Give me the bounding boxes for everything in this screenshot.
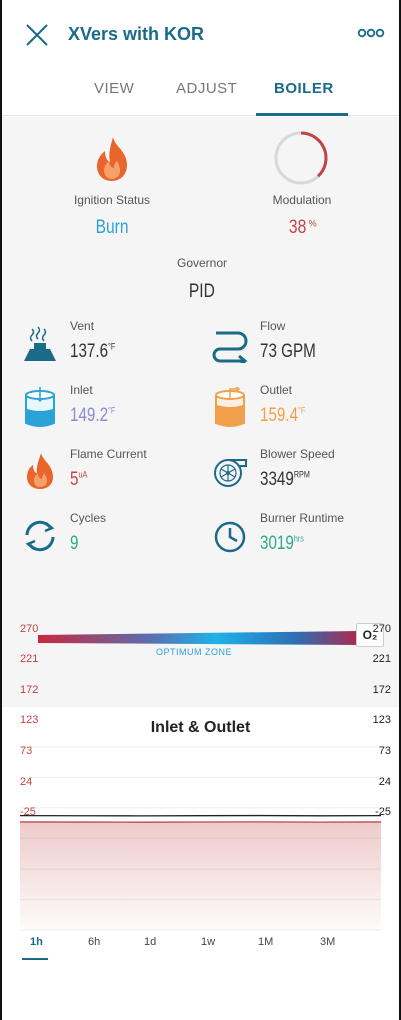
flow-label: Flow xyxy=(260,319,286,333)
governor-label: Governor xyxy=(176,256,228,270)
blower-speed-value: 3349 xyxy=(260,469,294,490)
y-tick-left: -25 xyxy=(20,806,36,818)
metric-vent: Vent 137.6°F xyxy=(22,319,192,369)
cycles-label: Cycles xyxy=(70,511,107,525)
range-tab-1M[interactable]: 1M xyxy=(258,936,273,948)
range-tab-1h[interactable]: 1h xyxy=(30,936,43,948)
clock-icon xyxy=(214,521,246,553)
outlet-value: 159.4 xyxy=(260,405,299,426)
y-tick-left: 221 xyxy=(20,653,39,666)
modulation-value: 38 xyxy=(289,217,307,238)
blower-icon xyxy=(214,459,247,487)
app-header: XVers with KOR VIEW ADJUST BOILER xyxy=(2,0,399,116)
inlet-unit: °F xyxy=(108,405,116,416)
range-tab-1d[interactable]: 1d xyxy=(144,936,156,948)
flow-value: 73 GPM xyxy=(260,341,316,362)
boiler-content: Ignition Status Burn Modulation 38% Gove… xyxy=(2,117,399,1020)
ignition-status-value: Burn xyxy=(95,217,129,238)
active-range-indicator xyxy=(22,958,48,960)
tab-view[interactable]: VIEW xyxy=(94,80,134,97)
metric-outlet: Outlet 159.4°F xyxy=(212,383,382,433)
metric-inlet: Inlet 149.2°F xyxy=(22,383,192,433)
vent-unit: °F xyxy=(108,341,116,352)
y-tick-right: 270 xyxy=(372,623,391,635)
flow-icon xyxy=(212,331,248,363)
optimum-zone-label: OPTIMUM ZONE xyxy=(156,647,232,657)
metric-blower-speed: Blower Speed 3349RPM xyxy=(212,447,382,497)
tab-boiler[interactable]: BOILER xyxy=(274,80,334,97)
vent-value: 137.6 xyxy=(70,341,109,362)
y-tick-left: 24 xyxy=(20,775,33,788)
metric-flame-current: Flame Current 5uA xyxy=(22,447,192,497)
inlet-outlet-chart: Inlet & Outlet xyxy=(2,707,399,1020)
vent-icon xyxy=(24,326,56,361)
metric-flow: Flow 73 GPM xyxy=(212,319,382,369)
y-tick-right: 24 xyxy=(378,775,391,788)
range-tab-6h[interactable]: 6h xyxy=(88,936,100,948)
y-tick-right: 172 xyxy=(372,683,391,696)
y-tick-left: 123 xyxy=(20,714,39,727)
tab-bar: VIEW ADJUST BOILER xyxy=(2,80,399,116)
flame-icon xyxy=(97,137,127,181)
y-tick-left: 270 xyxy=(20,623,39,635)
active-tab-indicator xyxy=(256,113,348,116)
y-tick-left: 73 xyxy=(20,745,33,758)
vent-label: Vent xyxy=(70,319,95,333)
burner-runtime-unit: hrs xyxy=(293,533,304,544)
metric-burner-runtime: Burner Runtime 3019hrs xyxy=(212,511,382,561)
inlet-value: 149.2 xyxy=(70,405,109,426)
range-tab-3M[interactable]: 3M xyxy=(320,936,335,948)
metric-cycles: Cycles 9 xyxy=(22,511,192,561)
inlet-tank-icon xyxy=(25,387,55,427)
flame-current-value: 5 xyxy=(70,469,79,490)
blower-speed-label: Blower Speed xyxy=(260,447,335,461)
cycles-value: 9 xyxy=(70,533,79,554)
chart-title: Inlet & Outlet xyxy=(150,719,251,736)
burner-runtime-label: Burner Runtime xyxy=(260,511,345,525)
modulation-label: Modulation xyxy=(272,193,332,207)
y-tick-right: 123 xyxy=(372,714,391,727)
governor-value: PID xyxy=(189,281,215,302)
outlet-label: Outlet xyxy=(260,383,293,397)
range-tab-1w[interactable]: 1w xyxy=(201,936,215,948)
y-tick-right: -25 xyxy=(375,806,391,818)
y-tick-right: 73 xyxy=(378,745,391,758)
modulation-unit: % xyxy=(308,218,317,229)
flame-current-unit: uA xyxy=(78,469,88,480)
close-icon[interactable] xyxy=(24,22,50,48)
blower-speed-unit: RPM xyxy=(293,469,310,480)
inlet-label: Inlet xyxy=(70,383,93,397)
o2-gradient-bar xyxy=(38,631,360,645)
flame-current-label: Flame Current xyxy=(70,447,147,461)
tab-adjust[interactable]: ADJUST xyxy=(176,80,237,97)
outlet-tank-icon xyxy=(215,387,245,427)
flame-current-icon xyxy=(27,453,53,489)
modulation-gauge xyxy=(274,131,328,185)
y-tick-right: 221 xyxy=(372,653,391,666)
cycles-icon xyxy=(25,520,55,552)
page-title: XVers with KOR xyxy=(68,24,205,44)
y-tick-left: 172 xyxy=(20,683,39,696)
ignition-status-label: Ignition Status xyxy=(73,193,151,207)
outlet-unit: °F xyxy=(298,405,306,416)
burner-runtime-value: 3019 xyxy=(260,533,294,554)
more-options-icon[interactable] xyxy=(357,26,385,40)
